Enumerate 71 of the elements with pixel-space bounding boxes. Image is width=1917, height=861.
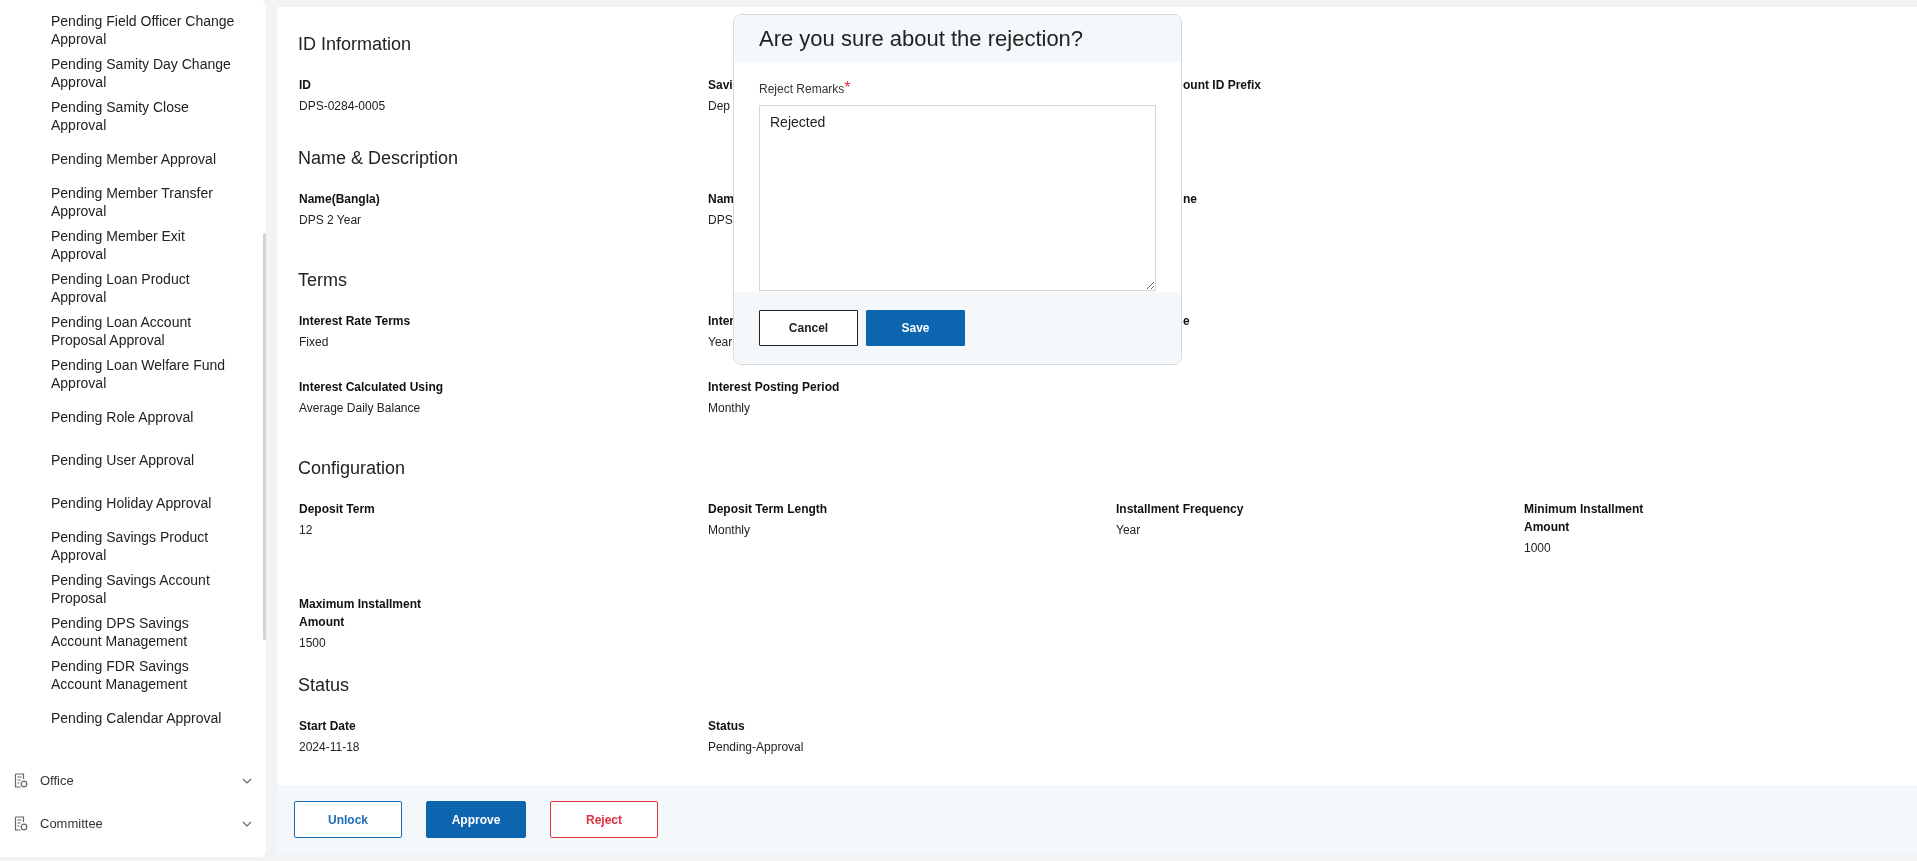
sidebar-item[interactable]: Pending FDR Savings Account Management [51,656,236,693]
field-label: Deposit Term Length [708,501,828,518]
sidebar-group[interactable]: Committee [40,813,230,834]
chevron-down-icon[interactable] [242,777,252,784]
cancel-button[interactable]: Cancel [759,310,858,346]
reject-button[interactable]: Reject [550,801,658,838]
section-heading: ID Information [298,32,412,56]
sidebar-item[interactable]: Pending DPS Savings Account Management [51,613,236,650]
sidebar-item[interactable]: Pending Savings Account Proposal [51,570,236,607]
sidebar-item[interactable]: Pending Holiday Approval [51,493,236,512]
field-value: 1500 [299,635,326,652]
sidebar-item[interactable]: Pending Field Officer Change Approval [51,11,236,48]
remarks-field[interactable]: Rejected [759,105,1156,291]
field-value: DPS 2 Year [299,212,362,229]
sidebar-item[interactable]: Pending Samity Day Change Approval [51,54,236,91]
scrollbar[interactable] [263,233,266,640]
field-label: Reject Remarks [759,82,845,98]
sidebar-item[interactable]: Pending Role Approval [51,407,236,426]
field-value: Pending-Approval [708,739,804,756]
field-label: ID [299,77,311,94]
field-value: DPS-0284-0005 [299,98,386,115]
field-value: Dep [708,98,730,115]
field-value: Monthly [708,522,751,539]
section-heading: Name & Description [298,146,459,170]
field-value: Average Daily Balance [299,400,421,417]
field-label: Name(Bangla) [299,191,380,208]
field-label: ount ID Prefix [1183,77,1261,94]
field-label: Status [708,718,745,735]
sidebar-item[interactable]: Pending Member Approval [51,149,236,168]
field-value: Year [1116,522,1141,539]
sidebar-item[interactable]: Pending Loan Product Approval [51,269,236,306]
field-value: 1000 [1524,540,1551,557]
field-label: e [1183,313,1190,330]
field-label: Installment Frequency [1116,501,1244,518]
section-heading: Status [298,673,350,697]
field-value: Fixed [299,334,329,351]
field-label: Deposit Term [299,501,375,518]
field-label: Interest Posting Period [708,379,840,396]
sidebar-item[interactable]: Pending Member Exit Approval [51,226,236,263]
sidebar-item[interactable]: Pending Calendar Approval [51,708,236,727]
sidebar-item[interactable]: Pending Member Transfer Approval [51,183,236,220]
section-heading: Configuration [298,456,406,480]
section-heading: Terms [298,268,347,292]
unlock-button[interactable]: Unlock [294,801,402,838]
save-button[interactable]: Save [866,310,965,346]
sidebar-item[interactable]: Pending User Approval [51,450,236,469]
field-label: Minimum Installment Amount [1524,501,1645,536]
chevron-down-icon[interactable] [242,820,252,827]
field-value: Monthly [708,400,751,417]
approve-button[interactable]: Approve [426,801,526,838]
field-label: ne [1183,191,1197,208]
sidebar-item[interactable]: Pending Loan Welfare Fund Approval [51,355,236,392]
field-label: Nam [708,191,734,208]
field-value: 12 [299,522,313,539]
field-label: Start Date [299,718,356,735]
sidebar-item[interactable]: Pending Savings Product Approval [51,527,236,564]
field-value: 2024-11-18 [299,739,360,756]
document-icon [14,773,28,788]
field-label: Savi [708,77,733,94]
field-value: DPS [708,212,733,229]
required-mark: * [844,78,851,98]
field-label: Interest Calculated Using [299,379,444,396]
sidebar-item[interactable]: Pending Loan Account Proposal Approval [51,312,236,349]
field-label: Interest Rate Terms [299,313,411,330]
document-icon [14,816,28,831]
field-label: Inter [708,313,734,330]
field-value: Year [708,334,733,351]
sidebar-group[interactable]: Office [40,770,230,791]
dialog-title: Are you sure about the rejection? [759,25,1084,53]
field-label: Maximum Installment Amount [299,596,423,631]
sidebar-item[interactable]: Pending Samity Close Approval [51,97,236,134]
